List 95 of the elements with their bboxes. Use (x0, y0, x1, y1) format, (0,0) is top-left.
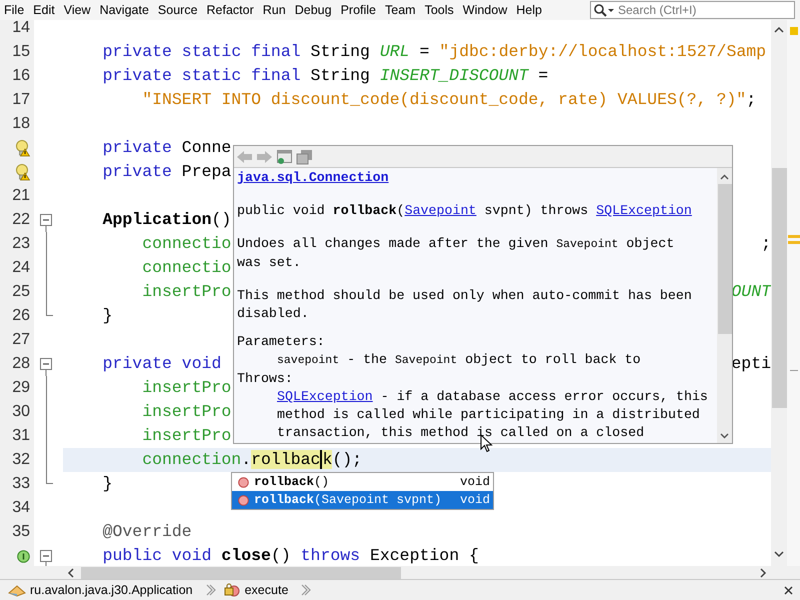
breadcrumb-item[interactable]: execute (244, 580, 288, 600)
search-icon (593, 3, 615, 17)
class-link[interactable]: java.sql.Connection (237, 170, 389, 185)
menu-item[interactable]: Source (158, 0, 198, 20)
description-text: This method should be used only when auto-commit has been disabled. (237, 287, 693, 323)
method-signature: public void rollback(Savepoint svpnt) throws SQLException (237, 202, 693, 220)
popup-scrollbar[interactable] (717, 168, 732, 443)
status-square-icon (790, 27, 798, 35)
scroll-down-icon[interactable] (774, 550, 784, 558)
menu-item[interactable]: Team (385, 0, 416, 20)
scroll-right-icon[interactable] (759, 568, 767, 578)
code-line: connectio (142, 259, 232, 277)
code-line: Application() (102, 211, 232, 229)
search-input[interactable]: Search (Ctrl+I) (618, 1, 788, 19)
line-number: 32 (12, 452, 30, 468)
section-heading: Throws: (237, 370, 294, 388)
close-icon[interactable] (784, 586, 793, 594)
line-number: 17 (12, 92, 30, 108)
code-line: private Conne (102, 139, 232, 157)
method-icon (238, 476, 249, 488)
vertical-scrollbar[interactable] (771, 20, 787, 566)
line-number: 30 (12, 404, 30, 420)
line-number: 24 (12, 260, 30, 276)
menu-item[interactable]: Profile (340, 0, 376, 20)
scroll-up-icon[interactable] (720, 174, 729, 181)
parameter-description: SQLException - if a database access error occurs, this method is called while participating in a distributed transaction, this method is called on a closed (276, 388, 709, 442)
code-line: insertPro (142, 403, 232, 421)
section-heading: Parameters: (237, 333, 326, 351)
scrollbar-thumb[interactable] (718, 184, 732, 334)
line-number: 31 (12, 428, 30, 444)
code-line: private void (102, 355, 222, 373)
code-line: private Prepa (102, 163, 232, 181)
menu-item[interactable]: Help (516, 0, 542, 20)
scroll-left-icon[interactable] (67, 568, 75, 578)
code-fragment: epti (731, 355, 771, 373)
menu-item[interactable]: Debug (294, 0, 332, 20)
code-fragment: ; (761, 235, 771, 253)
line-number: 21 (12, 188, 30, 204)
stripe-mark-icon (790, 369, 798, 372)
line-number: 18 (12, 116, 30, 132)
code-line: @Override (102, 523, 192, 541)
code-line: connectio (142, 235, 232, 253)
menu-item[interactable]: Window (462, 0, 508, 20)
forward-arrow-icon[interactable] (256, 150, 273, 164)
line-number: 22 (12, 212, 30, 228)
description-text: Undoes all changes made after the given Savepoint object was set. (237, 235, 676, 272)
code-line: private static final String URL = "jdbc:derby://localhost:1527/Samp (102, 43, 766, 61)
code-line: private static final String INSERT_DISCOUNT = (102, 67, 548, 85)
code-line: insertPro (142, 379, 232, 397)
doc-link[interactable]: SQLException (596, 203, 692, 218)
code-line: insertPro (142, 427, 232, 445)
line-number: 25 (12, 284, 30, 300)
breadcrumb-item[interactable]: ru.avalon.java.j30.Application (30, 580, 193, 600)
code-line: insertPro (142, 283, 232, 301)
code-line: public void close() throws Exception { (102, 547, 479, 565)
window-stack-icon[interactable] (296, 148, 313, 164)
code-line: connection.rollbac k(); (142, 451, 362, 469)
line-number: 33 (12, 476, 30, 492)
parameter-description: savepoint - the Savepoint object to roll back to (276, 351, 642, 369)
menu-item[interactable]: File (4, 0, 24, 20)
browser-window-icon[interactable] (276, 148, 293, 164)
doc-link[interactable]: SQLException (277, 389, 373, 404)
completion-item[interactable]: rollback(Savepoint svpnt) void (232, 491, 493, 509)
line-number: 34 (12, 500, 30, 516)
line-number: 16 (12, 68, 30, 84)
line-number: 27 (12, 332, 30, 348)
line-number: 29 (12, 380, 30, 396)
chevron-icon[interactable] (204, 583, 217, 597)
line-number: 15 (12, 44, 30, 60)
line-number: 23 (12, 236, 30, 252)
method-lock-icon (222, 583, 241, 597)
menu-item[interactable]: Refactor (206, 0, 254, 20)
line-number: 14 (12, 20, 30, 36)
doc-link[interactable]: Savepoint (404, 203, 476, 218)
line-number: 26 (12, 308, 30, 324)
menu-item[interactable]: Edit (33, 0, 55, 20)
scrollbar-thumb[interactable] (81, 566, 401, 578)
code-line: "INSERT INTO discount_code(discount_code, rate) VALUES(?, ?)"; (142, 91, 756, 109)
line-number: 35 (12, 524, 30, 540)
menu-item[interactable]: View (64, 0, 91, 20)
method-icon (238, 494, 249, 506)
menu-item[interactable]: Navigate (100, 0, 149, 20)
menu-item[interactable]: Run (262, 0, 286, 20)
chevron-icon[interactable] (300, 583, 312, 597)
back-arrow-icon[interactable] (236, 150, 253, 164)
menu-item[interactable]: Tools (424, 0, 454, 20)
scrollbar-thumb[interactable] (772, 168, 786, 408)
code-line: } (102, 307, 112, 325)
scroll-up-icon[interactable] (774, 26, 784, 34)
scroll-down-icon[interactable] (720, 432, 729, 439)
code-line: } (102, 475, 112, 493)
class-icon (8, 583, 26, 597)
search-field[interactable]: Search (Ctrl+I) (590, 1, 795, 19)
line-number: 28 (12, 356, 30, 372)
warning-stripe-icon[interactable] (788, 235, 800, 244)
